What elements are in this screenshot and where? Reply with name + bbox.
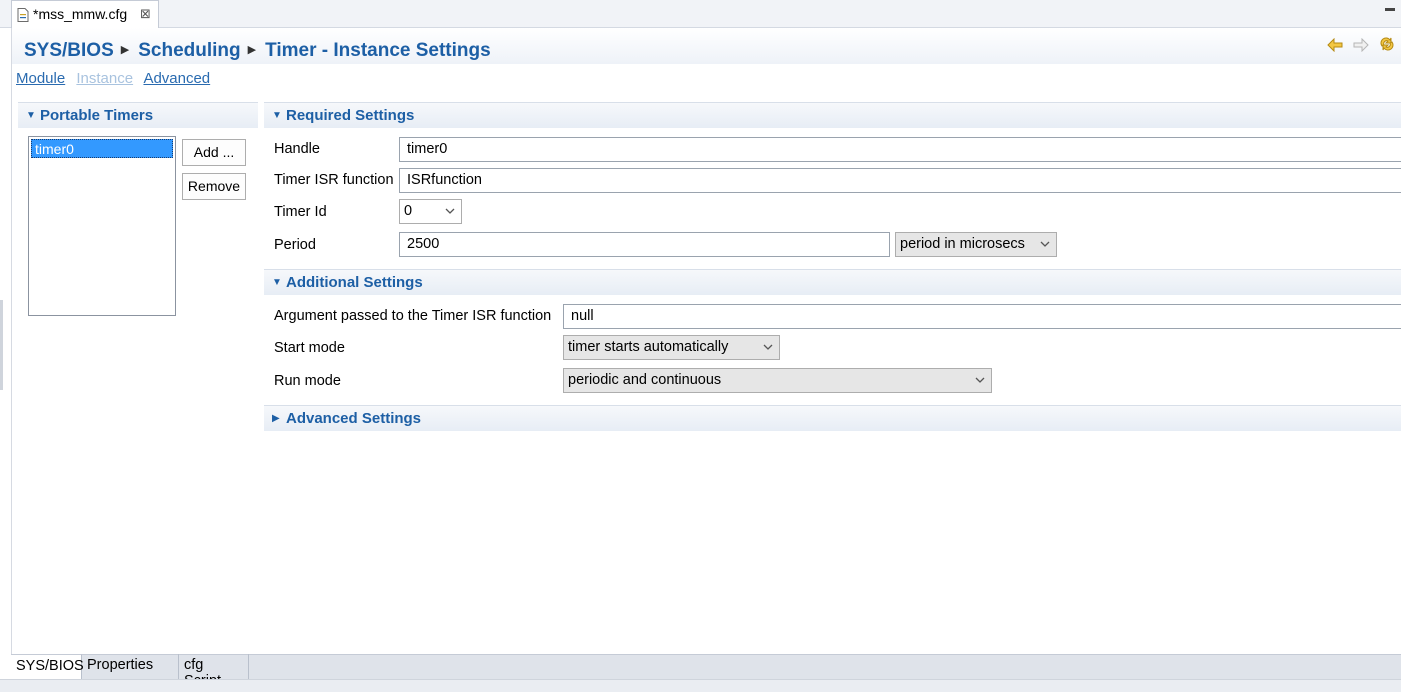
instance-link: Instance	[76, 70, 134, 87]
config-file-icon	[17, 8, 29, 22]
tab-sysbios[interactable]: SYS/BIOS	[11, 654, 84, 679]
view-links: Module Instance Advanced	[16, 70, 217, 87]
header-nav-icons	[1321, 36, 1395, 56]
portable-timers-section-header[interactable]: ▼ Portable Timers	[18, 102, 258, 128]
tab-properties[interactable]: Properties	[82, 654, 179, 679]
start-mode-select[interactable]: timer starts automatically	[563, 335, 780, 360]
editor-frame-border	[11, 28, 12, 654]
advanced-settings-title: Advanced Settings	[286, 410, 422, 427]
timer-id-label: Timer Id	[274, 204, 327, 220]
timer-list[interactable]: timer0	[28, 136, 176, 316]
advanced-settings-section-header[interactable]: ▶ Advanced Settings	[264, 405, 1401, 431]
expand-triangle-icon: ▼	[272, 110, 282, 121]
isr-argument-input[interactable]: null	[563, 304, 1401, 329]
editor-tab-bar	[0, 0, 1401, 28]
run-mode-value: periodic and continuous	[568, 372, 722, 388]
additional-settings-title: Additional Settings	[286, 274, 423, 291]
forward-arrow-icon[interactable]	[1353, 37, 1373, 56]
chevron-down-icon	[975, 377, 985, 383]
handle-label: Handle	[274, 141, 320, 157]
collapsed-triangle-icon: ▶	[272, 413, 280, 424]
isr-argument-label: Argument passed to the Timer ISR functio…	[274, 308, 552, 324]
breadcrumb-sysbios[interactable]: SYS/BIOS	[24, 40, 114, 61]
run-mode-select[interactable]: periodic and continuous	[563, 368, 992, 393]
additional-settings-section-header[interactable]: ▼ Additional Settings	[264, 269, 1401, 295]
tab-cfg-script[interactable]: cfg Script	[179, 654, 249, 689]
remove-timer-button[interactable]: Remove	[182, 173, 246, 200]
run-mode-label: Run mode	[274, 373, 341, 389]
required-settings-title: Required Settings	[286, 107, 415, 124]
isr-function-input[interactable]: ISRfunction	[399, 168, 1401, 193]
workbench-edge	[0, 300, 3, 390]
add-timer-button[interactable]: Add ...	[182, 139, 246, 166]
advanced-link[interactable]: Advanced	[143, 70, 210, 87]
editor-tab[interactable]: *mss_mmw.cfg ⊠	[11, 0, 159, 28]
view-menu-icon[interactable]: ▬	[1385, 3, 1395, 14]
timer-id-value: 0	[404, 203, 413, 219]
period-input[interactable]: 2500	[399, 232, 890, 257]
breadcrumb-scheduling[interactable]: Scheduling	[138, 40, 240, 61]
status-bar	[0, 679, 1401, 692]
breadcrumb-separator-icon: ▶	[120, 44, 130, 56]
handle-input[interactable]: timer0	[399, 137, 1401, 162]
editor-tab-title: *mss_mmw.cfg	[33, 6, 128, 22]
page-title: Timer - Instance Settings	[265, 40, 491, 61]
isr-function-label: Timer ISR function	[274, 172, 394, 188]
chevron-down-icon	[445, 208, 455, 214]
portable-timers-title: Portable Timers	[40, 107, 154, 124]
expand-triangle-icon: ▼	[272, 277, 282, 288]
required-settings-section-header[interactable]: ▼ Required Settings	[264, 102, 1401, 128]
period-unit-select[interactable]: period in microsecs	[895, 232, 1057, 257]
period-unit-value: period in microsecs	[900, 236, 1025, 252]
back-arrow-icon[interactable]	[1326, 37, 1347, 56]
timer-id-select[interactable]: 0	[399, 199, 462, 224]
start-mode-label: Start mode	[274, 340, 345, 356]
breadcrumb: SYS/BIOS ▶ Scheduling ▶ Timer - Instance Set…	[24, 40, 491, 62]
chevron-down-icon	[1040, 241, 1050, 247]
list-item[interactable]: timer0	[31, 139, 173, 158]
chevron-down-icon	[763, 344, 773, 350]
expand-triangle-icon: ▼	[26, 110, 36, 121]
module-link[interactable]: Module	[16, 70, 65, 87]
breadcrumb-separator-icon: ▶	[247, 44, 257, 56]
start-mode-value: timer starts automatically	[568, 339, 729, 355]
sync-icon[interactable]	[1379, 37, 1395, 56]
period-label: Period	[274, 237, 316, 253]
close-tab-icon[interactable]: ⊠	[140, 6, 151, 22]
